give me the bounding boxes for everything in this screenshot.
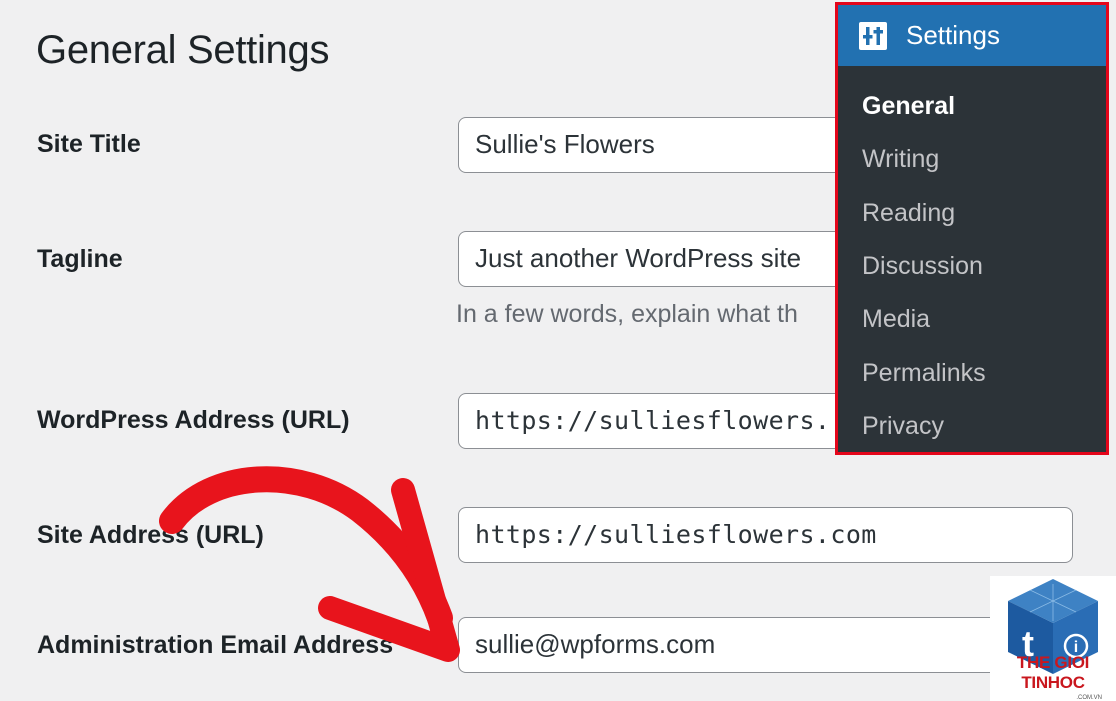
site-title-label: Site Title [37, 130, 141, 158]
menu-item-media[interactable]: Media [838, 293, 1106, 346]
site-title-input[interactable]: Sullie's Flowers [458, 117, 878, 173]
tagline-label: Tagline [37, 245, 123, 273]
site-address-label: Site Address (URL) [37, 521, 264, 549]
menu-item-general[interactable]: General [838, 80, 1106, 133]
admin-email-label: Administration Email Address [37, 631, 394, 659]
menu-item-reading[interactable]: Reading [838, 187, 1106, 240]
settings-submenu: Settings General Writing Reading Discuss… [835, 2, 1109, 455]
settings-menu-header[interactable]: Settings [838, 5, 1106, 66]
settings-menu-title: Settings [906, 20, 1000, 50]
watermark-text: THE GIOI TINHOC [1016, 653, 1090, 692]
watermark-logo: t i THE GIOI TINHOC .COM.VN [990, 576, 1116, 701]
tagline-input[interactable]: Just another WordPress site [458, 231, 878, 287]
tagline-description: In a few words, explain what th [456, 300, 798, 328]
wordpress-address-label: WordPress Address (URL) [37, 406, 350, 434]
watermark-subtext: .COM.VN [1076, 695, 1102, 701]
wordpress-address-input[interactable]: https://sulliesflowers. [458, 393, 878, 449]
settings-sliders-icon [859, 21, 887, 50]
page-title: General Settings [36, 28, 330, 72]
menu-item-writing[interactable]: Writing [838, 133, 1106, 186]
site-address-input[interactable]: https://sulliesflowers.com [458, 507, 1073, 563]
menu-item-privacy[interactable]: Privacy [838, 400, 1106, 452]
menu-item-permalinks[interactable]: Permalinks [838, 346, 1106, 399]
menu-item-discussion[interactable]: Discussion [838, 240, 1106, 293]
admin-email-input[interactable]: sullie@wpforms.com [458, 617, 1018, 673]
settings-menu-list: General Writing Reading Discussion Media… [838, 66, 1106, 452]
